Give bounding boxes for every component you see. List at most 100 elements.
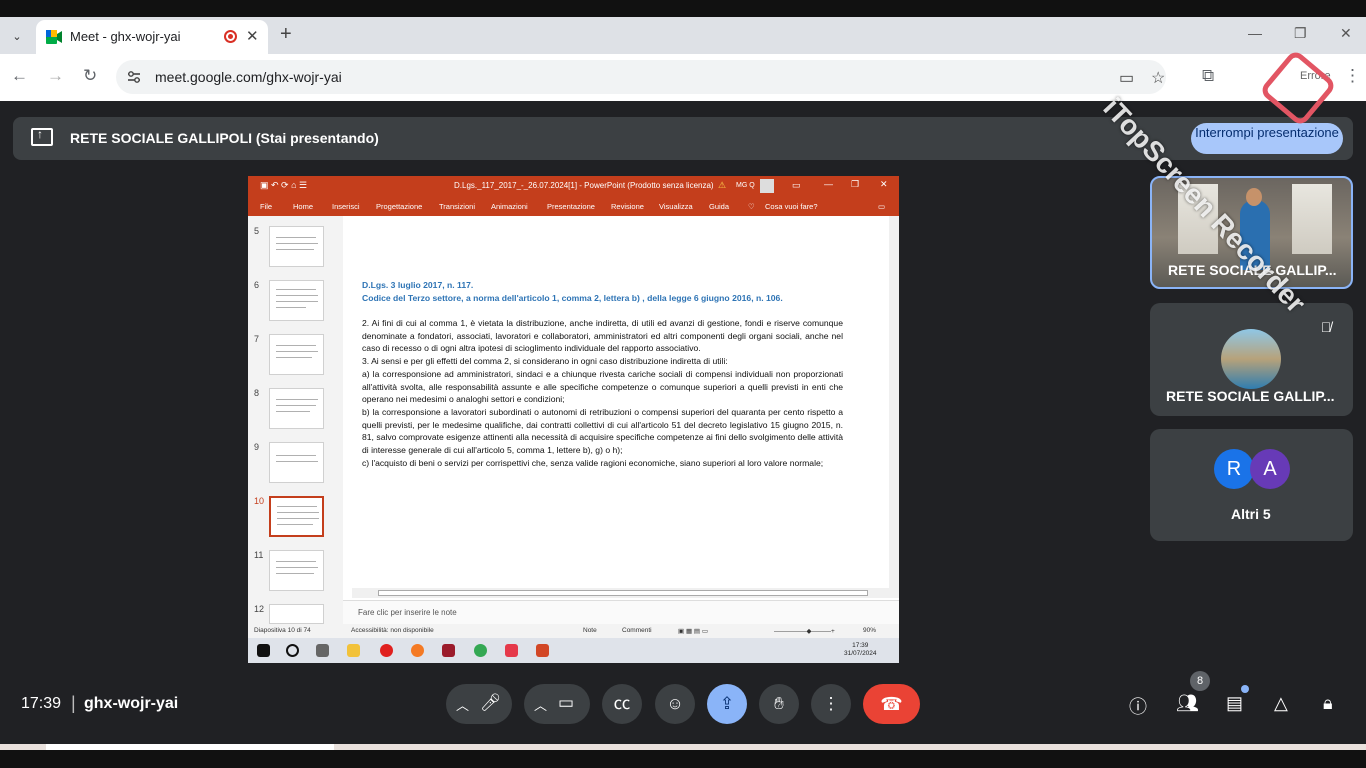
opera-icon (380, 644, 393, 657)
raise-hand-button[interactable]: ✋︎ (759, 684, 799, 724)
pp-tab-file: File (260, 202, 273, 211)
stop-presenting-button[interactable]: Interrompi presentazione (1191, 123, 1343, 154)
pp-tell-me: Cosa vuoi fare? (765, 202, 818, 211)
back-button[interactable]: ← (11, 66, 28, 86)
emoji-reactions-button[interactable]: ☺ (655, 684, 695, 724)
taskbar-search-icon (286, 644, 299, 657)
camera-icon[interactable]: ▭ (558, 693, 574, 713)
close-tab-icon[interactable]: ✕ (246, 27, 259, 45)
chrome-icon (474, 644, 487, 657)
minimize-window-icon[interactable]: — (1248, 25, 1262, 41)
thumb-number: 10 (254, 496, 265, 506)
camera-control[interactable]: ︿ ▭ (524, 684, 590, 724)
powerpoint-window-title: D.Lgs._117_2017_-_26.07.2024[1] - PowerP… (454, 181, 714, 190)
mic-muted-icon: 🎙̸ (1320, 319, 1332, 335)
top-bezel (0, 0, 1366, 17)
slide-thumbnail (269, 388, 324, 429)
microphone-icon[interactable]: 🎤︎ (480, 693, 502, 713)
windows-taskbar: 17:39 31/07/2024 (248, 638, 899, 663)
tab-title: Meet - ghx-wojr-yai (70, 29, 181, 44)
slide-paragraph: 2. Ai fini di cui al comma 1, è vietata … (362, 318, 843, 354)
chevron-up-icon[interactable]: ︿ (456, 695, 469, 714)
slide-thumbnail (269, 442, 324, 483)
screen-recorder-icon (505, 644, 518, 657)
microphone-control[interactable]: ︿ 🎤︎ (446, 684, 512, 724)
meeting-clock: 17:39 (21, 695, 62, 712)
comments-toggle: Commenti (622, 627, 652, 634)
thumb-number: 6 (254, 280, 260, 290)
meeting-info-icon[interactable]: ⓘ (1129, 693, 1147, 719)
more-options-button[interactable]: ⋮ (811, 684, 851, 724)
bottom-bezel (0, 744, 1366, 768)
thumb-number: 8 (254, 388, 260, 398)
file-explorer-icon (347, 644, 360, 657)
browser-tab-meet[interactable]: Meet - ghx-wojr-yai ✕ (36, 20, 268, 54)
app-icon (442, 644, 455, 657)
pp-tab-design: Progettazione (376, 202, 423, 211)
thumb-number: 11 (254, 550, 264, 560)
site-settings-icon[interactable] (126, 69, 142, 85)
participants-count-badge: 8 (1190, 671, 1210, 691)
notes-pane: Fare clic per inserire le note (343, 600, 899, 624)
slide-paragraph: c) l'acquisto di beni o servizi per corr… (362, 457, 824, 468)
pp-minimize-icon: — (824, 179, 833, 189)
divider: | (71, 693, 76, 713)
forward-button[interactable]: → (47, 66, 64, 86)
participant-avatar (1221, 329, 1281, 389)
chat-icon[interactable]: ▤ (1226, 693, 1243, 714)
slide-horizontal-scrollbar (352, 588, 889, 598)
tab-search-chevron-icon[interactable]: ⌄ (6, 25, 28, 47)
slide-thumbnail (269, 604, 324, 624)
maximize-window-icon[interactable]: ❐ (1294, 25, 1307, 42)
participant-avatar: R (1214, 449, 1254, 489)
slide-thumbnail-selected (269, 496, 324, 537)
notes-toggle: Note (583, 627, 597, 634)
bookmark-star-icon[interactable]: ☆ (1151, 68, 1165, 88)
task-view-icon (316, 644, 329, 657)
chevron-up-icon[interactable]: ︿ (534, 695, 547, 714)
others-tile[interactable]: R A Altri 5 (1150, 429, 1353, 541)
close-window-icon[interactable]: ✕ (1340, 25, 1352, 42)
present-screen-icon (31, 127, 53, 146)
leave-call-button[interactable]: ☎︎ (863, 684, 920, 724)
host-controls-icon[interactable]: 🔒︎ (1323, 693, 1333, 714)
people-icon[interactable]: 👥︎ (1176, 693, 1199, 714)
pp-close-icon: ✕ (880, 179, 888, 189)
meet-controls-bar: 17:39 | ghx-wojr-yai ︿ 🎤︎ ︿ ▭ ㏄ ☺ ⇪ ✋︎ ⋮… (0, 671, 1366, 735)
notes-placeholder: Fare clic per inserire le note (358, 608, 457, 617)
thumb-number: 7 (254, 334, 260, 344)
zoom-slider: —————◆———+ (774, 628, 835, 635)
pp-tab-animations: Animazioni (491, 202, 528, 211)
thumb-number: 5 (254, 226, 260, 236)
url-text: meet.google.com/ghx-wojr-yai (155, 69, 342, 85)
browser-menu-icon[interactable]: ⋮ (1344, 66, 1361, 86)
others-label: Altri 5 (1231, 506, 1271, 522)
slide-paragraph: a) la corresponsione ad amministratori, … (362, 368, 843, 405)
slide-paragraph: b) la corresponsione a lavoratori subord… (362, 406, 843, 456)
slide-heading: D.Lgs. 3 luglio 2017, n. 117. (362, 280, 474, 290)
presenting-banner-text: RETE SOCIALE GALLIPOLI (Stai presentando… (70, 130, 379, 146)
recording-indicator-icon (224, 30, 237, 43)
slide-thumbnail (269, 226, 324, 267)
new-tab-button[interactable]: + (280, 23, 292, 46)
activities-icon[interactable]: △ (1274, 693, 1288, 714)
extensions-icon[interactable]: ⧉ (1202, 66, 1214, 86)
chat-notification-dot (1241, 685, 1249, 693)
participant-name: RETE SOCIALE GALLIP... (1166, 388, 1335, 404)
captions-button[interactable]: ㏄ (602, 684, 642, 724)
firefox-icon (411, 644, 424, 657)
camera-in-use-icon[interactable]: ▭ (1119, 68, 1134, 88)
participant-tile[interactable]: 🎙̸ RETE SOCIALE GALLIP... (1150, 303, 1353, 416)
present-now-button[interactable]: ⇪ (707, 684, 747, 724)
slide-thumbnails-pane: 5 6 7 8 9 10 11 12 (248, 216, 343, 624)
slide-paragraph: 3. Ai sensi e per gli effetti del comma … (362, 356, 728, 367)
reload-button[interactable]: ↻ (83, 66, 97, 86)
slide-thumbnail (269, 280, 324, 321)
meet-stage: RETE SOCIALE GALLIPOLI (Stai presentando… (0, 101, 1366, 744)
user-initials: MG Q (736, 182, 755, 189)
zoom-level: 90% (863, 627, 877, 634)
powerpoint-ribbon-tabs: File Home Inserisci Progettazione Transi… (248, 196, 899, 216)
powerpoint-status-bar: Diapositiva 10 di 74 Accessibilità: non … (248, 624, 899, 638)
browser-toolbar: ← → ↻ meet.google.com/ghx-wojr-yai ▭ ☆ ⧉… (0, 54, 1366, 101)
address-bar[interactable]: meet.google.com/ghx-wojr-yai ▭ ☆ (116, 60, 1166, 94)
